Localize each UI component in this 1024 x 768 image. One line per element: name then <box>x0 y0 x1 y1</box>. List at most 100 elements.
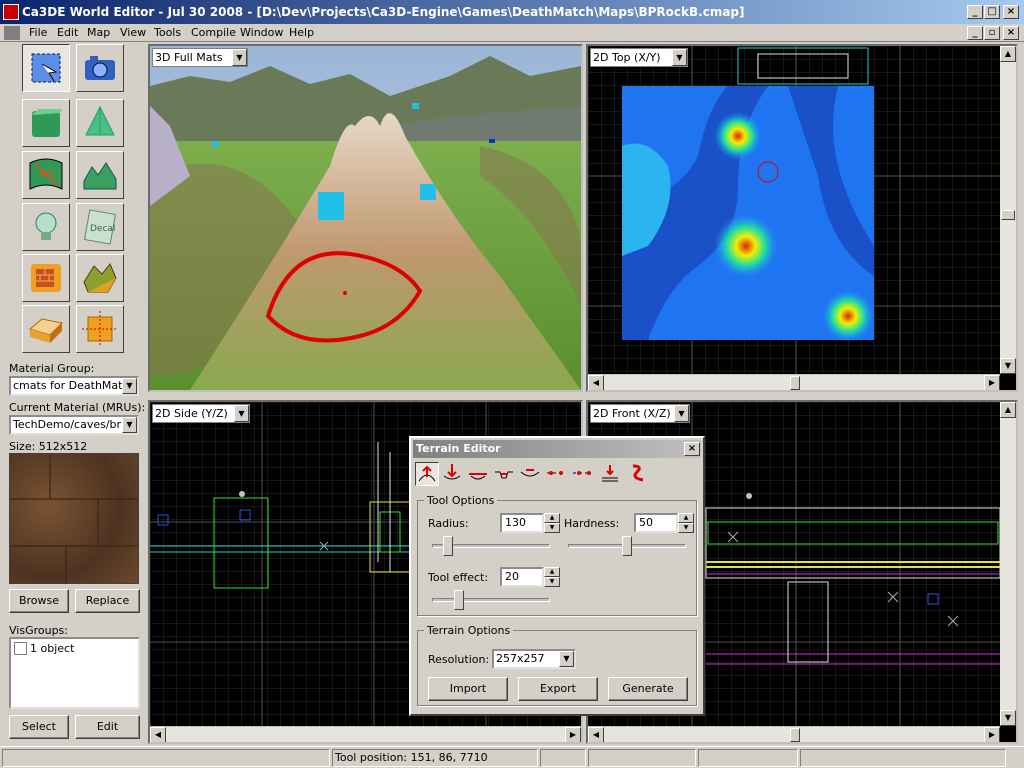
new-primitive-tool-button[interactable] <box>76 99 124 147</box>
view-mode-select-3d[interactable]: 3D Full Mats ▼ <box>152 48 248 67</box>
raise-tool-button[interactable] <box>415 462 439 486</box>
lower-tool-button[interactable] <box>441 462 465 486</box>
flatten-icon <box>469 473 487 480</box>
menu-view[interactable]: View <box>117 25 149 41</box>
hardness-input[interactable]: 50 <box>634 513 678 533</box>
selection-tool-button[interactable] <box>22 44 70 92</box>
scroll-right-button[interactable]: ▶ <box>984 727 1000 742</box>
close-icon[interactable]: × <box>684 442 700 456</box>
material-group-select[interactable]: cmats for DeathMatch ▼ <box>9 376 139 396</box>
textured-terrain-icon <box>83 263 117 293</box>
visgroup-checkbox[interactable] <box>14 642 27 655</box>
hardness-slider-thumb[interactable] <box>622 536 632 556</box>
menu-window[interactable]: Window <box>237 25 286 41</box>
menu-tools[interactable]: Tools <box>151 25 184 41</box>
scroll-left-button[interactable]: ◀ <box>588 727 604 742</box>
export-button[interactable]: Export <box>518 677 598 701</box>
side-horizontal-scrollbar[interactable]: ◀ ▶ <box>150 726 581 742</box>
scroll-thumb[interactable] <box>1001 210 1015 220</box>
view-mode-select-side[interactable]: 2D Side (Y/Z) ▼ <box>152 404 250 423</box>
tool-effect-slider-thumb[interactable] <box>453 590 464 610</box>
fill-tool-button[interactable] <box>493 462 517 486</box>
edit-surfaces-tool-button[interactable] <box>22 254 70 302</box>
resolution-select[interactable]: 257x257 ▼ <box>492 649 576 669</box>
sharpen-tool-button[interactable] <box>571 462 595 486</box>
scroll-thumb[interactable] <box>790 728 800 742</box>
select-button[interactable]: Select <box>9 715 69 739</box>
scroll-right-button[interactable]: ▶ <box>565 727 581 742</box>
menu-file[interactable]: File <box>26 25 50 41</box>
scroll-down-button[interactable]: ▼ <box>1000 710 1016 726</box>
radius-label: Radius: <box>428 517 469 530</box>
view-mode-select-top[interactable]: 2D Top (X/Y) ▼ <box>590 48 688 67</box>
menu-map[interactable]: Map <box>84 25 113 41</box>
scroll-left-button[interactable]: ◀ <box>150 727 166 742</box>
camera-icon <box>85 56 115 80</box>
edit-vertices-tool-button[interactable] <box>22 305 70 353</box>
import-button[interactable]: Import <box>428 677 508 701</box>
document-icon[interactable] <box>4 26 20 40</box>
menu-help[interactable]: Help <box>286 25 317 41</box>
current-material-select[interactable]: TechDemo/caves/bricks ▼ <box>9 415 139 435</box>
new-decal-tool-button[interactable]: Decal <box>76 203 124 251</box>
transform-tool-button[interactable] <box>76 305 124 353</box>
radius-slider-thumb[interactable] <box>442 536 453 556</box>
front-vertical-scrollbar[interactable]: ▲ ▼ <box>1000 402 1016 726</box>
title-bar: Ca3DE World Editor - Jul 30 2008 - [D:\D… <box>0 0 1024 24</box>
menu-edit[interactable]: Edit <box>54 25 81 41</box>
scroll-up-button[interactable]: ▲ <box>1000 402 1016 418</box>
scroll-right-button[interactable]: ▶ <box>984 375 1000 390</box>
scroll-left-button[interactable]: ◀ <box>588 375 604 390</box>
maximize-button[interactable]: □ <box>984 5 1000 19</box>
viewport-2d-top[interactable]: 2D Top (X/Y) ▼ ◀ ▶ ▲ ▼ <box>586 44 1018 392</box>
child-close-button[interactable]: × <box>1003 26 1019 40</box>
new-terrain-tool-button[interactable] <box>76 151 124 199</box>
browse-button[interactable]: Browse <box>9 589 69 613</box>
radius-input[interactable]: 130 <box>500 513 544 533</box>
child-minimize-button[interactable]: _ <box>967 26 983 40</box>
lightbulb-icon <box>35 212 57 240</box>
tool-effect-slider-track[interactable] <box>432 598 550 602</box>
menu-compile[interactable]: Compile <box>188 25 239 41</box>
top-vertical-scrollbar[interactable]: ▲ ▼ <box>1000 46 1016 374</box>
road-tool-button[interactable] <box>627 462 651 486</box>
camera-tool-button[interactable] <box>76 44 124 92</box>
tool-options-group: Tool Options Radius: 130 ▲ ▼ Hardness: 50… <box>417 494 697 616</box>
replace-button[interactable]: Replace <box>75 589 140 613</box>
top-horizontal-scrollbar[interactable]: ◀ ▶ <box>588 374 1000 390</box>
close-button[interactable]: × <box>1003 5 1019 19</box>
window-title: Ca3DE World Editor - Jul 30 2008 - [D:\D… <box>22 5 745 19</box>
app-icon[interactable] <box>3 4 19 20</box>
tool-effect-input[interactable]: 20 <box>500 567 544 587</box>
new-light-tool-button[interactable] <box>22 203 70 251</box>
view-mode-select-front[interactable]: 2D Front (X/Z) ▼ <box>590 404 690 423</box>
flatten-tool-button[interactable] <box>467 462 491 486</box>
child-restore-button[interactable]: ▫ <box>984 26 1000 40</box>
visgroup-item[interactable]: 1 object <box>30 642 74 655</box>
tool-effect-spinner[interactable]: ▲ ▼ <box>544 567 560 587</box>
edit-button[interactable]: Edit <box>75 715 140 739</box>
front-horizontal-scrollbar[interactable]: ◀ ▶ <box>588 726 1000 742</box>
chevron-down-icon: ▼ <box>122 417 137 433</box>
raise-icon <box>418 465 436 482</box>
radius-spinner[interactable]: ▲ ▼ <box>544 513 560 533</box>
sharpen-icon <box>573 471 591 475</box>
viewport-3d[interactable]: 3D Full Mats ▼ <box>148 44 583 392</box>
minimize-button[interactable]: _ <box>967 5 983 19</box>
hardness-spinner[interactable]: ▲ ▼ <box>678 513 694 533</box>
antifill-tool-button[interactable] <box>519 462 543 486</box>
status-bar: Tool position: 151, 86, 7710 <box>0 746 1024 768</box>
status-pane-4 <box>588 749 696 767</box>
blur-tool-button[interactable] <box>545 462 569 486</box>
patch-icon <box>29 158 63 190</box>
visgroups-list[interactable]: 1 object <box>9 637 140 709</box>
new-brush-tool-button[interactable] <box>22 99 70 147</box>
scroll-up-button[interactable]: ▲ <box>1000 46 1016 62</box>
scroll-down-button[interactable]: ▼ <box>1000 358 1016 374</box>
texture-terrain-tool-button[interactable] <box>76 254 124 302</box>
terrain-editor-titlebar[interactable]: Terrain Editor <box>413 440 701 458</box>
scroll-thumb[interactable] <box>790 376 800 390</box>
generate-button[interactable]: Generate <box>608 677 688 701</box>
new-bezier-patch-tool-button[interactable] <box>22 151 70 199</box>
noise-tool-button[interactable] <box>599 462 623 486</box>
